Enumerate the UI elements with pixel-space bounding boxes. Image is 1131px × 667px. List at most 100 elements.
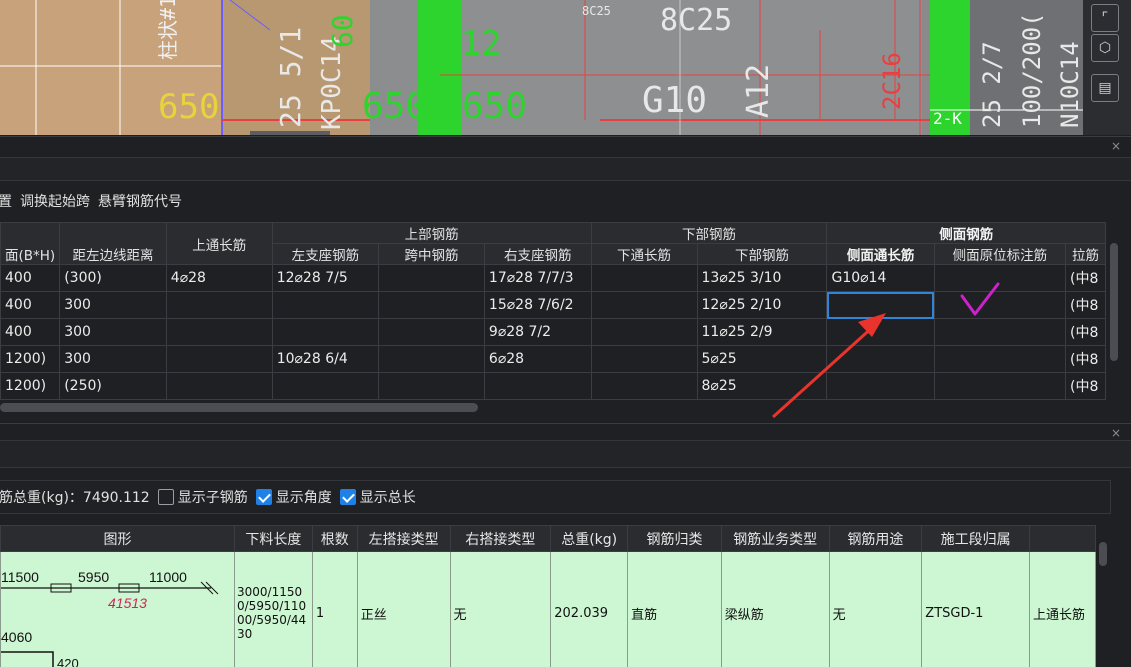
cell-bottom-rebar[interactable]: 8⌀25 xyxy=(696,372,828,400)
col-header-bottom-rebar[interactable]: 下部钢筋 xyxy=(696,243,828,265)
cell-left-support[interactable] xyxy=(271,291,380,319)
vertical-scrollbar[interactable] xyxy=(1099,542,1107,566)
cell-mid-span[interactable] xyxy=(378,318,485,346)
cell-tie[interactable]: (中8 xyxy=(1064,372,1106,400)
cell-right-support[interactable]: 6⌀28 xyxy=(483,345,592,373)
table-row[interactable]: 1200) (250) 8⌀25 (中8 xyxy=(0,372,1106,400)
col-header-usage[interactable]: 钢筋用途 xyxy=(828,525,923,552)
cell-mid-span[interactable] xyxy=(378,264,485,292)
cell-bottom-through[interactable] xyxy=(590,264,698,292)
cell-bottom-rebar[interactable]: 5⌀25 xyxy=(696,345,828,373)
col-header-side-through[interactable]: 侧面通长筋 xyxy=(826,243,935,265)
cell-size[interactable]: 400 xyxy=(0,291,61,319)
checkbox-label[interactable]: 显示总长 xyxy=(360,487,416,507)
cell-size[interactable]: 400 xyxy=(0,318,61,346)
table-row[interactable]: 400 300 9⌀28 7/2 11⌀25 2/9 (中8 xyxy=(0,318,1106,346)
cell-right-support[interactable]: 15⌀28 7/6/2 xyxy=(483,291,592,319)
col-header-mid-span[interactable]: 跨中钢筋 xyxy=(378,243,485,265)
cell-category[interactable]: 直筋 xyxy=(627,551,722,667)
cell-distance[interactable]: 300 xyxy=(59,318,167,346)
horizontal-scrollbar[interactable] xyxy=(0,403,478,412)
cell-mid-span[interactable] xyxy=(378,372,485,400)
cell-top-through[interactable] xyxy=(165,372,273,400)
checkbox-show-total-length[interactable] xyxy=(339,489,356,505)
cell-distance[interactable]: 300 xyxy=(59,291,167,319)
corner-icon[interactable]: ⌜ xyxy=(1091,4,1119,32)
vertical-scrollbar[interactable] xyxy=(1110,243,1118,361)
cell-bottom-through[interactable] xyxy=(590,291,698,319)
cell-side-through[interactable]: G10⌀14 xyxy=(826,264,935,292)
cell-bottom-rebar[interactable]: 12⌀25 2/10 xyxy=(696,291,828,319)
cell-bottom-through[interactable] xyxy=(590,372,698,400)
cell-right-lap[interactable]: 无 xyxy=(449,551,552,667)
cell-side-original[interactable] xyxy=(933,318,1066,346)
cell-left-support[interactable]: 12⌀28 7/5 xyxy=(271,264,380,292)
cell-usage[interactable]: 无 xyxy=(828,551,923,667)
toolbar-item-swap-start-span[interactable]: 调换起始跨 xyxy=(20,191,90,211)
col-header-right-lap[interactable]: 右搭接类型 xyxy=(449,525,552,552)
cell-top-through[interactable]: 4⌀28 xyxy=(165,264,273,292)
col-header-shape[interactable]: 图形 xyxy=(0,525,235,552)
cell-side-through[interactable] xyxy=(826,372,935,400)
cell-distance[interactable]: (300) xyxy=(59,264,167,292)
col-header-category[interactable]: 钢筋归类 xyxy=(627,525,722,552)
col-header-extra[interactable] xyxy=(1028,525,1096,552)
cell-distance[interactable]: (250) xyxy=(59,372,167,400)
cell-distance[interactable]: 300 xyxy=(59,345,167,373)
cad-viewport[interactable]: 650 柱状#1 25 5/1 KP0C14 60 650 K12 650 8C… xyxy=(0,0,1131,135)
toolbar-item-set[interactable]: 置 xyxy=(0,191,12,211)
cell-size[interactable]: 1200) xyxy=(0,372,61,400)
cell-weight[interactable]: 202.039 xyxy=(550,551,629,667)
cell-mid-span[interactable] xyxy=(378,345,485,373)
col-header-business-type[interactable]: 钢筋业务类型 xyxy=(720,525,830,552)
checkbox-show-angle[interactable] xyxy=(255,489,272,505)
col-header-distance[interactable]: 距左边线距离 xyxy=(59,222,167,265)
rebar-table-scroll[interactable]: 图形 下料长度 根数 左搭接类型 右搭接类型 总重(kg) 钢筋归类 钢筋业务类… xyxy=(0,525,1096,667)
cell-left-support[interactable]: 10⌀28 6/4 xyxy=(271,345,380,373)
cell-bottom-through[interactable] xyxy=(590,318,698,346)
col-header-bottom-through[interactable]: 下通长筋 xyxy=(590,243,698,265)
cell-tie[interactable]: (中8 xyxy=(1064,264,1106,292)
col-header-top-through[interactable]: 上通长筋 xyxy=(165,222,273,265)
checkbox-label[interactable]: 显示角度 xyxy=(276,487,332,507)
span-table-scroll[interactable]: 面(B*H) 距左边线距离 上通长筋 上部钢筋 下部钢筋 侧面钢筋 左支座钢筋 … xyxy=(0,222,1106,400)
cell-right-support[interactable]: 17⌀28 7/7/3 xyxy=(483,264,592,292)
cell-top-through[interactable] xyxy=(165,291,273,319)
cell-side-original[interactable] xyxy=(933,264,1066,292)
cell-bottom-rebar[interactable]: 11⌀25 2/9 xyxy=(696,318,828,346)
cell-tie[interactable]: (中8 xyxy=(1064,345,1106,373)
cell-left-support[interactable] xyxy=(271,318,380,346)
cell-top-through[interactable] xyxy=(165,318,273,346)
col-header-right-support[interactable]: 右支座钢筋 xyxy=(483,243,592,265)
cell-count[interactable]: 1 xyxy=(311,551,358,667)
toolbar-item-cantilever-code[interactable]: 悬臂钢筋代号 xyxy=(98,191,182,211)
checkbox-show-sub-rebar[interactable] xyxy=(157,489,174,505)
col-header-side-original[interactable]: 侧面原位标注筋 xyxy=(933,243,1066,265)
checkbox-label[interactable]: 显示子钢筋 xyxy=(178,487,248,507)
col-header-weight[interactable]: 总重(kg) xyxy=(550,525,629,552)
table-row[interactable]: 1200) 300 10⌀28 6/4 6⌀28 5⌀25 (中8 xyxy=(0,345,1106,373)
close-icon[interactable]: × xyxy=(1111,139,1121,153)
cell-shape[interactable]: 11500 5950 11000 41513 4060 420 xyxy=(0,551,235,667)
cell-side-original[interactable] xyxy=(933,345,1066,373)
cell-bottom-through[interactable] xyxy=(590,345,698,373)
col-header-cut-length[interactable]: 下料长度 xyxy=(234,525,313,552)
props-icon[interactable]: ▤ xyxy=(1091,74,1119,102)
cell-size[interactable]: 400 xyxy=(0,264,61,292)
cell-mid-span[interactable] xyxy=(378,291,485,319)
col-header-size[interactable]: 面(B*H) xyxy=(0,222,61,265)
cell-left-lap[interactable]: 正丝 xyxy=(356,551,451,667)
col-header-segment[interactable]: 施工段归属 xyxy=(921,525,1030,552)
cell-side-through[interactable] xyxy=(826,345,935,373)
table-row[interactable]: 400 300 15⌀28 7/6/2 12⌀25 2/10 (中8 xyxy=(0,291,1106,319)
selected-cell-side-through[interactable] xyxy=(826,291,935,319)
col-header-left-support[interactable]: 左支座钢筋 xyxy=(271,243,380,265)
cell-side-original[interactable] xyxy=(933,291,1066,319)
cell-cut-length[interactable]: 3000/11500/5950/11000/5950/4430 xyxy=(234,551,313,667)
cell-tie[interactable]: (中8 xyxy=(1064,291,1106,319)
col-header-left-lap[interactable]: 左搭接类型 xyxy=(356,525,451,552)
table-row[interactable]: 11500 5950 11000 41513 4060 420 3000/115… xyxy=(0,551,1096,667)
cell-size[interactable]: 1200) xyxy=(0,345,61,373)
cell-business-type[interactable]: 梁纵筋 xyxy=(720,551,830,667)
cell-segment[interactable]: ZTSGD-1 xyxy=(921,551,1030,667)
